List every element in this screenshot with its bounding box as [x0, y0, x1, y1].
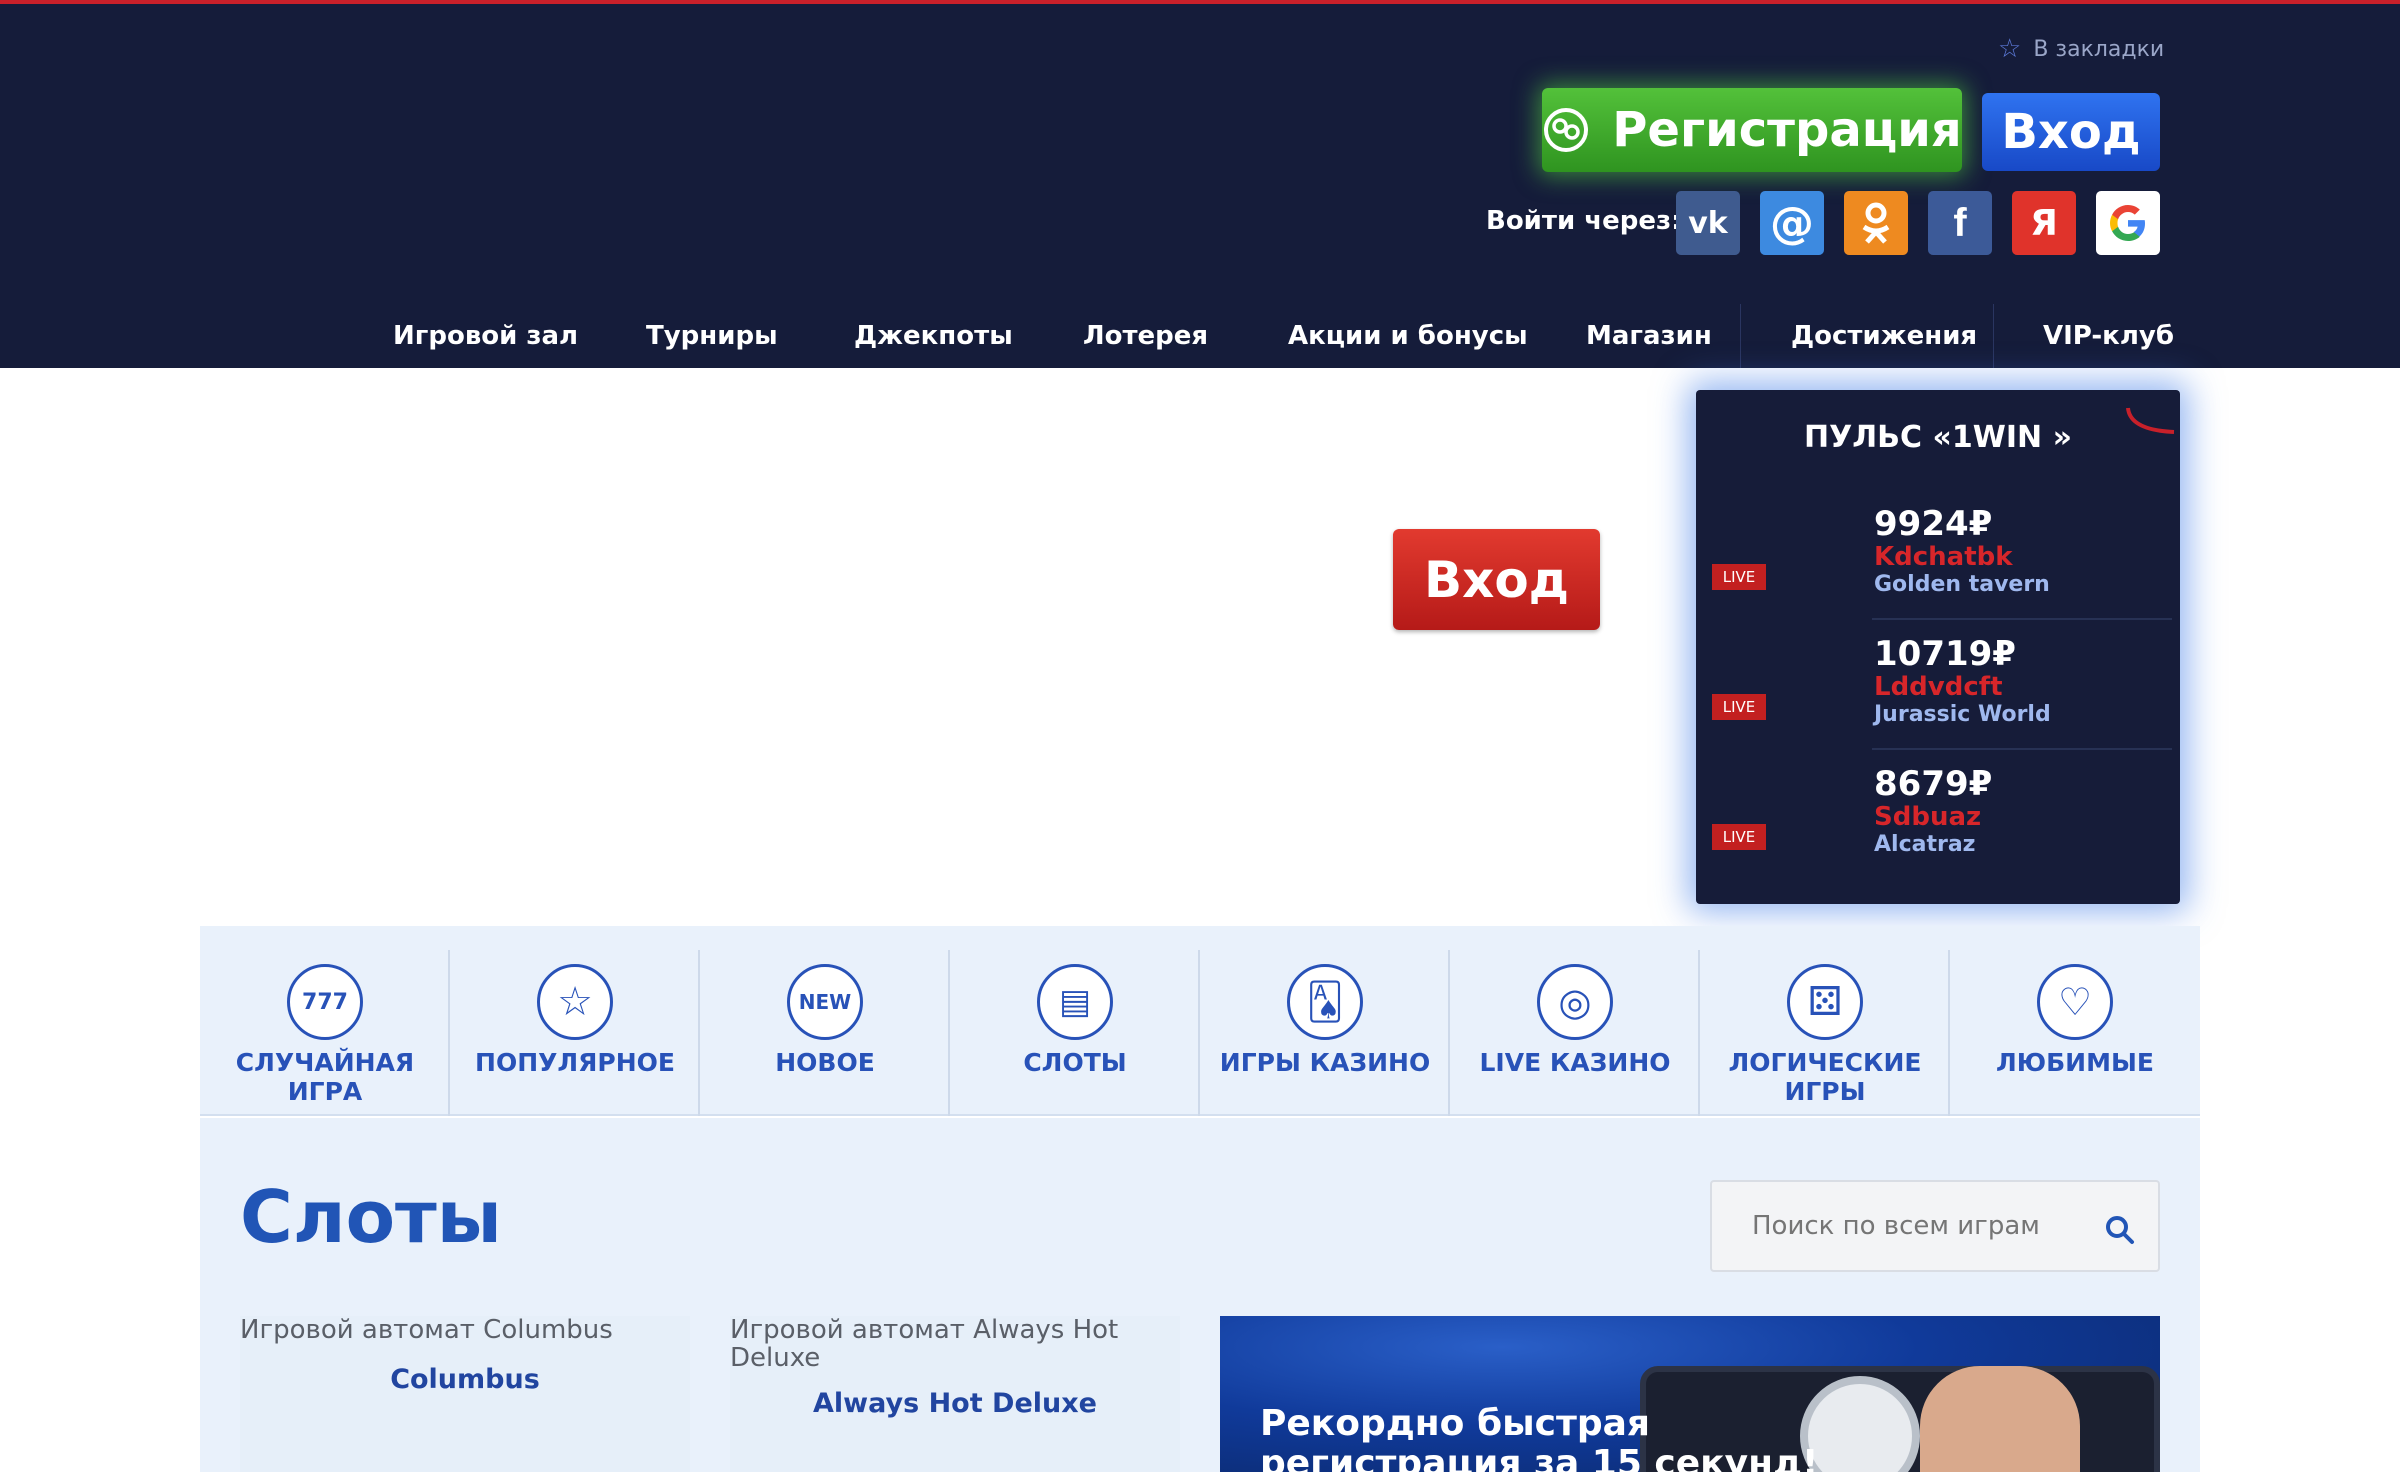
winner-name: Lddvdcft	[1874, 672, 2003, 702]
winner-name: Sdbuaz	[1874, 802, 1982, 832]
category-label: ПОПУЛЯРНОЕ	[475, 1048, 675, 1077]
nav-item-shop[interactable]: Магазин	[1586, 304, 1712, 368]
facebook-icon: f	[1953, 200, 1967, 245]
category-casino-games[interactable]: 🂡 ИГРЫ КАЗИНО	[1200, 926, 1450, 1116]
banner-text: Рекордно быстрая регистрация за 15 секун…	[1260, 1403, 1819, 1472]
slot-machine-icon: ▤	[1037, 964, 1113, 1040]
nav-item-lottery[interactable]: Лотерея	[1083, 304, 1208, 368]
category-label: ИГРЫ КАЗИНО	[1219, 1048, 1431, 1077]
game-name: Alcatraz	[1874, 832, 1976, 857]
win-amount: 8679₽	[1874, 764, 1993, 804]
category-logic-games[interactable]: ⚄ ЛОГИЧЕСКИЕ ИГРЫ	[1700, 926, 1950, 1116]
category-random-game[interactable]: 777 СЛУЧАЙНАЯ ИГРА	[200, 926, 450, 1116]
register-label: Регистрация	[1612, 102, 1962, 158]
nav-item-achievements[interactable]: Достижения	[1791, 304, 1977, 368]
category-popular[interactable]: ☆ ПОПУЛЯРНОЕ	[450, 926, 700, 1116]
category-bar: 777 СЛУЧАЙНАЯ ИГРА ☆ ПОПУЛЯРНОЕ NEW НОВО…	[200, 926, 2200, 1116]
mail-login-button[interactable]: @	[1760, 191, 1824, 255]
google-login-button[interactable]	[2096, 191, 2160, 255]
game-title[interactable]: Columbus	[240, 1364, 690, 1395]
pulse-widget: ПУЛЬС «1WIN » 9924₽ Kdchatbk Golden tave…	[1696, 390, 2180, 904]
game-card[interactable]: Игровой автомат Columbus Columbus	[240, 1316, 690, 1472]
nav-divider	[1740, 304, 1741, 368]
win-amount: 9924₽	[1874, 504, 1993, 544]
category-label: СЛУЧАЙНАЯ ИГРА	[235, 1048, 415, 1106]
broken-image-alt: Игровой автомат Always Hot Deluxe	[730, 1315, 1119, 1373]
game-search[interactable]	[1710, 1180, 2160, 1272]
google-icon	[2110, 205, 2145, 241]
slot-777-icon: 777	[287, 964, 363, 1040]
register-button[interactable]: Регистрация	[1542, 88, 1962, 172]
hero-login-button[interactable]: Вход	[1393, 529, 1600, 630]
broken-image-alt: Игровой автомат Columbus	[240, 1315, 613, 1345]
mail-icon: @	[1770, 197, 1814, 249]
nav-item-jackpots[interactable]: Джекпоты	[854, 304, 1013, 368]
yandex-login-button[interactable]: Я	[2012, 191, 2076, 255]
pulse-row[interactable]: 9924₽ Kdchatbk Golden tavern LIVE	[1696, 490, 2180, 620]
heart-icon: ♡	[2037, 964, 2113, 1040]
category-label: ЛЮБИМЫЕ	[1996, 1048, 2154, 1077]
live-badge: LIVE	[1712, 824, 1766, 850]
pulse-row[interactable]: 8679₽ Sdbuaz Alcatraz LIVE	[1696, 750, 2180, 880]
game-card[interactable]: Игровой автомат Always Hot Deluxe Always…	[730, 1316, 1180, 1472]
login-label: Вход	[2001, 104, 2141, 160]
category-new[interactable]: NEW НОВОЕ	[700, 926, 950, 1116]
dice-icon: ⚄	[1787, 964, 1863, 1040]
nav-item-vip-club[interactable]: VIP-клуб	[2043, 304, 2174, 368]
promo-banner[interactable]: Рекордно быстрая регистрация за 15 секун…	[1220, 1316, 2160, 1472]
site-header: ☆ В закладки Регистрация Вход Войти чере…	[0, 4, 2400, 368]
roulette-icon: ◎	[1537, 964, 1613, 1040]
category-label: НОВОЕ	[775, 1048, 875, 1077]
bookmark-label: В закладки	[2033, 36, 2165, 62]
hero-login-label: Вход	[1423, 550, 1570, 609]
login-button[interactable]: Вход	[1982, 93, 2160, 171]
hand-illustration	[1920, 1366, 2080, 1472]
pulse-title: ПУЛЬС «1WIN »	[1804, 420, 2072, 455]
pulse-row[interactable]: 10719₽ Lddvdcft Jurassic World LIVE	[1696, 620, 2180, 750]
section-title: Слоты	[240, 1175, 502, 1259]
vk-icon: vk	[1688, 205, 1728, 241]
live-badge: LIVE	[1712, 694, 1766, 720]
winner-name: Kdchatbk	[1874, 542, 2013, 572]
bookmark-link[interactable]: ☆ В закладки	[1998, 34, 2164, 64]
category-label: LIVE КАЗИНО	[1479, 1048, 1671, 1077]
nav-item-tournaments[interactable]: Турниры	[646, 304, 778, 368]
game-title[interactable]: Always Hot Deluxe	[730, 1388, 1180, 1419]
live-badge: LIVE	[1712, 564, 1766, 590]
category-favorites[interactable]: ♡ ЛЮБИМЫЕ	[1950, 926, 2200, 1116]
register-icon	[1544, 108, 1589, 152]
facebook-login-button[interactable]: f	[1928, 191, 1992, 255]
nav-item-game-hall[interactable]: Игровой зал	[393, 304, 578, 368]
category-slots[interactable]: ▤ СЛОТЫ	[950, 926, 1200, 1116]
nav-item-promotions[interactable]: Акции и бонусы	[1288, 304, 1528, 368]
game-name: Jurassic World	[1874, 702, 2051, 727]
category-label: ЛОГИЧЕСКИЕ ИГРЫ	[1728, 1048, 1922, 1106]
search-icon[interactable]	[2104, 1214, 2136, 1246]
search-input[interactable]	[1752, 1206, 2092, 1246]
odnoklassniki-icon	[1862, 202, 1890, 244]
ok-login-button[interactable]	[1844, 191, 1908, 255]
yandex-icon: Я	[2030, 202, 2058, 244]
category-label: СЛОТЫ	[1023, 1048, 1127, 1077]
star-icon: ☆	[537, 964, 613, 1040]
login-via-label: Войти через:	[1486, 206, 1682, 236]
game-name: Golden tavern	[1874, 572, 2050, 597]
star-icon: ☆	[1998, 34, 2022, 64]
new-icon: NEW	[787, 964, 863, 1040]
win-amount: 10719₽	[1874, 634, 2016, 674]
vk-login-button[interactable]: vk	[1676, 191, 1740, 255]
cards-icon: 🂡	[1287, 964, 1363, 1040]
nav-divider	[1993, 304, 1994, 368]
category-live-casino[interactable]: ◎ LIVE КАЗИНО	[1450, 926, 1700, 1116]
